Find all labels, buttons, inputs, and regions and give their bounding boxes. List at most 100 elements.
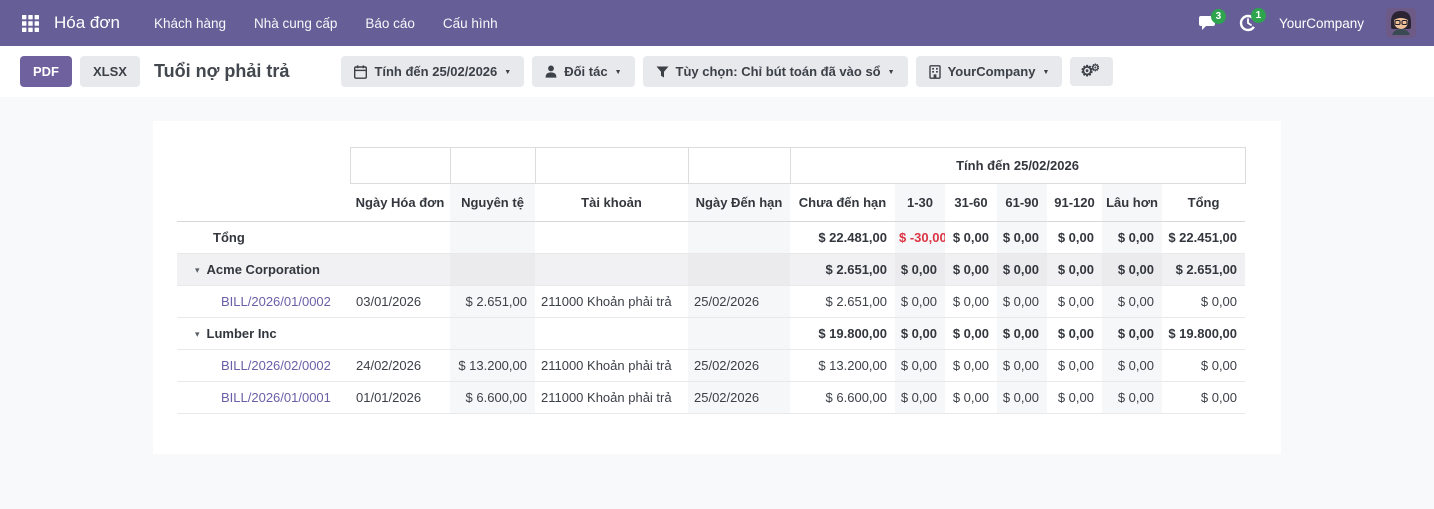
column-header: 31-60 [945, 184, 997, 222]
building-icon [929, 65, 941, 79]
table-cell: $ 0,00 [997, 254, 1047, 286]
table-cell: $ 0,00 [1102, 382, 1162, 414]
table-cell: $ 0,00 [1102, 222, 1162, 254]
table-cell: 03/01/2026 [350, 286, 450, 318]
column-header: Ngày Hóa đơn [350, 184, 450, 222]
messages-button[interactable]: 3 [1198, 15, 1217, 31]
table-cell: $ 0,00 [945, 286, 997, 318]
table-cell: $ 0,00 [1047, 222, 1102, 254]
company-menu[interactable]: YourCompany [1279, 16, 1364, 31]
table-cell [450, 222, 535, 254]
control-panel: PDF XLSX Tuổi nợ phải trả Tính đến 25/02… [0, 46, 1434, 97]
column-header: 61-90 [997, 184, 1047, 222]
table-cell [688, 222, 790, 254]
table-row-line: BILL/2026/02/000224/02/2026$ 13.200,0021… [177, 350, 1245, 382]
table-cell: $ 0,00 [997, 350, 1047, 382]
column-header: 1-30 [895, 184, 945, 222]
column-header: Lâu hơn [1102, 184, 1162, 222]
column-header [177, 184, 350, 222]
app-name[interactable]: Hóa đơn [54, 13, 120, 33]
table-cell: 211000 Khoản phải trả [535, 350, 688, 382]
partner-name: Lumber Inc [207, 326, 277, 341]
menu-item-config[interactable]: Cấu hình [429, 0, 512, 46]
column-header-row: Ngày Hóa đơnNguyên tệTài khoảnNgày Đến h… [177, 184, 1245, 222]
table-cell: $ 19.800,00 [790, 318, 895, 350]
bill-link[interactable]: BILL/2026/01/0001 [221, 390, 331, 405]
table-cell: 01/01/2026 [350, 382, 450, 414]
chevron-down-icon: ▼ [615, 69, 622, 76]
table-row-line: BILL/2026/01/000203/01/2026$ 2.651,00211… [177, 286, 1245, 318]
table-cell: $ 0,00 [1102, 350, 1162, 382]
company-filter-label: YourCompany [948, 64, 1036, 79]
date-filter-button[interactable]: Tính đến 25/02/2026 ▼ [341, 56, 524, 87]
table-cell: BILL/2026/02/0002 [177, 350, 350, 382]
table-cell: $ 0,00 [895, 318, 945, 350]
group-toggle[interactable]: ▾ Acme Corporation [177, 254, 350, 286]
date-filter-label: Tính đến 25/02/2026 [374, 64, 497, 79]
table-cell: $ 0,00 [895, 254, 945, 286]
table-cell: $ 0,00 [895, 382, 945, 414]
table-cell [535, 318, 688, 350]
table-cell: $ 0,00 [1102, 318, 1162, 350]
partner-filter-button[interactable]: Đối tác ▼ [532, 56, 634, 87]
options-filter-button[interactable]: Tùy chọn: Chỉ bút toán đã vào sổ ▼ [643, 56, 908, 87]
options-filter-label: Tùy chọn: Chỉ bút toán đã vào sổ [676, 64, 881, 79]
table-cell: $ 0,00 [997, 318, 1047, 350]
table-cell: $ 2.651,00 [790, 286, 895, 318]
activities-button[interactable]: 1 [1239, 14, 1257, 32]
table-cell: $ 0,00 [1047, 286, 1102, 318]
table-row-group: ▾Lumber Inc$ 19.800,00$ 0,00$ 0,00$ 0,00… [177, 318, 1245, 350]
apps-menu-icon[interactable] [14, 7, 46, 39]
avatar-image [1386, 8, 1416, 38]
table-cell [535, 254, 688, 286]
menu-item-customers[interactable]: Khách hàng [140, 0, 240, 46]
xlsx-button[interactable]: XLSX [80, 56, 140, 87]
bill-link[interactable]: BILL/2026/01/0002 [221, 294, 331, 309]
table-row-total: Tổng$ 22.481,00$ -30,00$ 0,00$ 0,00$ 0,0… [177, 222, 1245, 254]
partner-filter-label: Đối tác [564, 64, 607, 79]
period-header: Tính đến 25/02/2026 [790, 148, 1245, 184]
top-navbar: Hóa đơn Khách hàng Nhà cung cấp Báo cáo … [0, 0, 1434, 46]
table-cell: $ 0,00 [1047, 350, 1102, 382]
menu-item-vendors[interactable]: Nhà cung cấp [240, 0, 351, 46]
period-header-row: Tính đến 25/02/2026 [177, 148, 1245, 184]
table-cell: $ 0,00 [1047, 254, 1102, 286]
table-cell: $ 0,00 [895, 286, 945, 318]
table-cell [450, 318, 535, 350]
settings-button[interactable]: ⚙⚙ [1070, 57, 1112, 86]
table-cell: 25/02/2026 [688, 286, 790, 318]
table-cell [688, 318, 790, 350]
table-cell: $ 22.481,00 [790, 222, 895, 254]
gears-icon: ⚙⚙ [1080, 64, 1102, 79]
table-cell: $ 0,00 [997, 222, 1047, 254]
table-cell: 25/02/2026 [688, 350, 790, 382]
group-toggle[interactable]: ▾ Lumber Inc [177, 318, 350, 350]
table-cell: $ -30,00 [895, 222, 945, 254]
empty-header-box [688, 148, 790, 184]
table-cell: $ 0,00 [1102, 254, 1162, 286]
funnel-icon [656, 66, 669, 78]
column-header: Nguyên tệ [450, 184, 535, 222]
empty-header-box [450, 148, 535, 184]
column-header: Ngày Đến hạn [688, 184, 790, 222]
calendar-icon [354, 65, 367, 79]
messages-badge: 3 [1211, 9, 1226, 24]
menu-item-reports[interactable]: Báo cáo [351, 0, 429, 46]
table-cell: $ 0,00 [1162, 286, 1245, 318]
grid-icon [22, 15, 39, 32]
user-avatar[interactable] [1386, 8, 1416, 38]
partner-name: Acme Corporation [207, 262, 320, 277]
systray: 3 1 YourCompany [1198, 8, 1416, 38]
caret-down-icon: ▾ [195, 265, 200, 275]
table-cell: 211000 Khoản phải trả [535, 382, 688, 414]
pdf-button[interactable]: PDF [20, 56, 72, 87]
table-cell: $ 0,00 [945, 382, 997, 414]
company-filter-button[interactable]: YourCompany ▼ [916, 56, 1063, 87]
table-cell: $ 0,00 [895, 350, 945, 382]
table-cell: $ 0,00 [945, 318, 997, 350]
table-cell: $ 22.451,00 [1162, 222, 1245, 254]
caret-down-icon: ▾ [195, 329, 200, 339]
empty-header-box [350, 148, 450, 184]
empty-header-box [535, 148, 688, 184]
bill-link[interactable]: BILL/2026/02/0002 [221, 358, 331, 373]
